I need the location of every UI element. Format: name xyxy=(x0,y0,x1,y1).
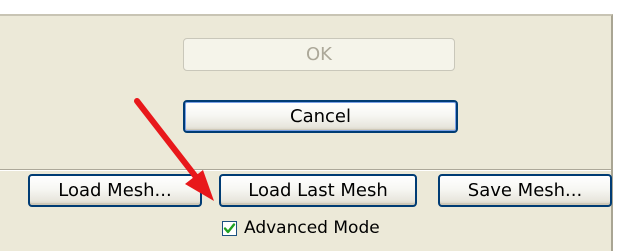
advanced-mode-option[interactable]: Advanced Mode xyxy=(222,218,380,238)
dialog-panel: OK Cancel Load Mesh... Load Last Mesh Sa… xyxy=(0,14,613,251)
advanced-mode-checkbox[interactable] xyxy=(222,220,237,236)
save-mesh-button[interactable]: Save Mesh... xyxy=(438,174,612,207)
checkmark-icon xyxy=(223,222,236,233)
separator-line xyxy=(0,169,611,171)
ok-button[interactable]: OK xyxy=(183,38,455,71)
load-last-mesh-button[interactable]: Load Last Mesh xyxy=(219,174,417,207)
cancel-button[interactable]: Cancel xyxy=(183,100,458,133)
load-mesh-button[interactable]: Load Mesh... xyxy=(28,174,202,207)
advanced-mode-label: Advanced Mode xyxy=(244,218,380,238)
